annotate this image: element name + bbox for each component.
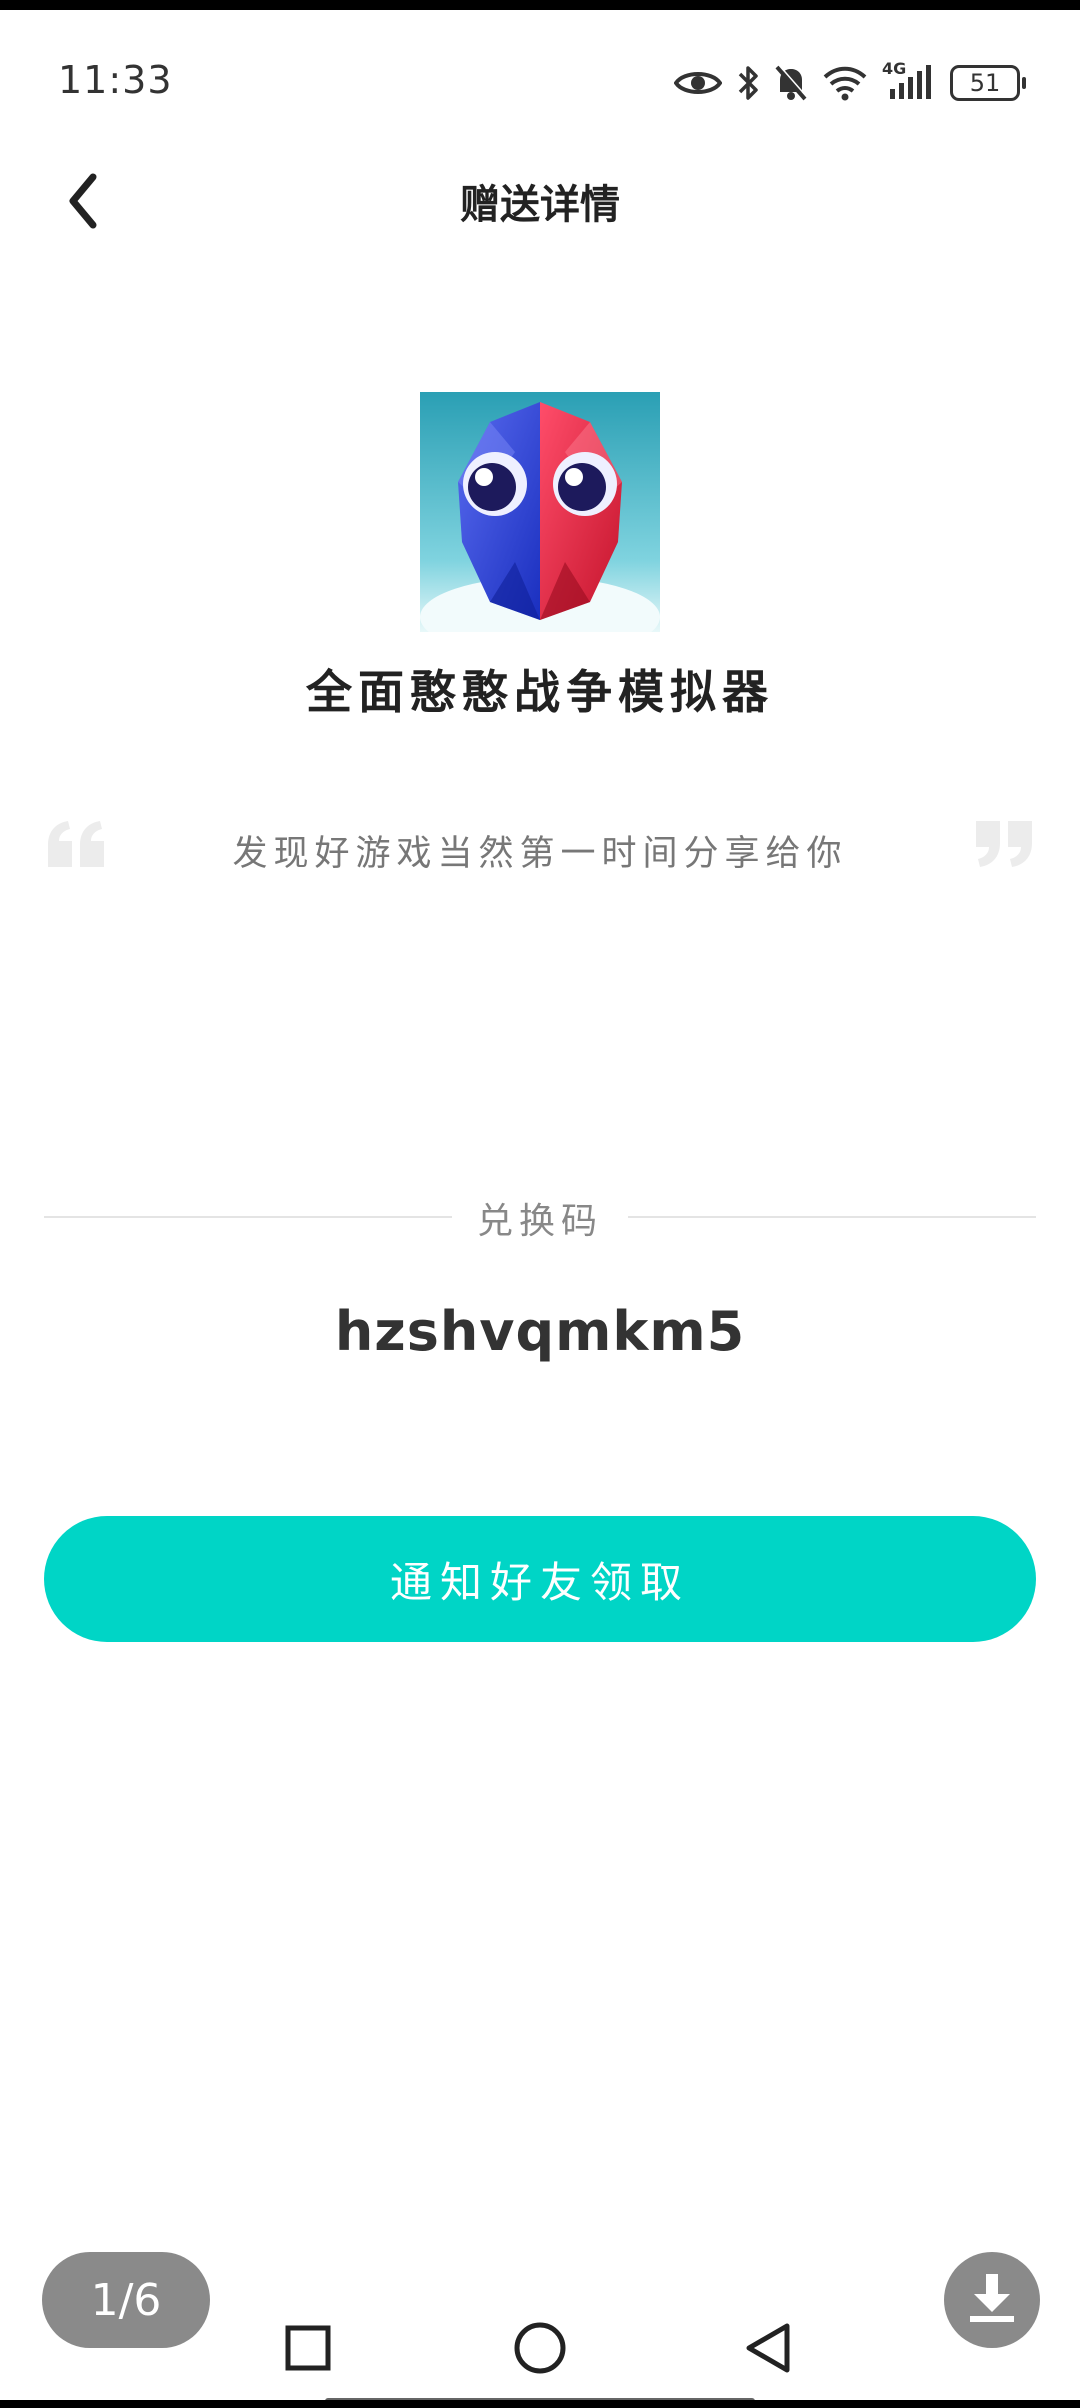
divider-line-right — [628, 1216, 1036, 1218]
eye-icon — [674, 67, 722, 99]
share-message: 发现好游戏当然第一时间分享给你 — [232, 834, 848, 874]
wifi-icon — [822, 65, 868, 101]
game-icon — [420, 392, 660, 632]
system-nav-bar — [0, 2300, 1080, 2396]
notify-friend-button[interactable]: 通知好友领取 — [44, 1516, 1036, 1642]
header: 赠送详情 — [0, 150, 1080, 260]
screen: 11:33 4G 51 赠送详情 全面憨憨战争模拟器 发现好游戏当然第一时间分享… — [0, 0, 1080, 2408]
top-bezel — [0, 0, 1080, 10]
back-icon — [743, 2320, 793, 2380]
status-time: 11:33 — [58, 58, 173, 102]
redeem-code-label: 兑换码 — [476, 1201, 603, 1242]
nav-back-button[interactable] — [728, 2310, 808, 2390]
mute-icon — [774, 64, 808, 102]
bluetooth-icon — [736, 64, 760, 102]
bottom-bezel — [0, 2400, 1080, 2408]
battery-icon: 51 — [950, 65, 1026, 101]
recent-apps-button[interactable] — [268, 2310, 348, 2390]
home-icon — [512, 2320, 568, 2380]
page-title: 赠送详情 — [460, 182, 620, 228]
share-message-row: 发现好游戏当然第一时间分享给你 — [0, 815, 1080, 885]
status-bar: 11:33 4G 51 — [0, 10, 1080, 140]
status-icons: 4G 51 — [674, 56, 1026, 110]
signal-icon: 4G — [882, 59, 936, 103]
redeem-code[interactable]: hzshvqmkm5 — [0, 1300, 1080, 1363]
battery-level: 51 — [969, 69, 1001, 97]
redeem-divider: 兑换码 — [44, 1192, 1036, 1242]
home-button[interactable] — [500, 2310, 580, 2390]
game-name: 全面憨憨战争模拟器 — [306, 665, 774, 719]
recent-apps-icon — [283, 2323, 333, 2377]
close-quote-icon — [972, 819, 1036, 869]
